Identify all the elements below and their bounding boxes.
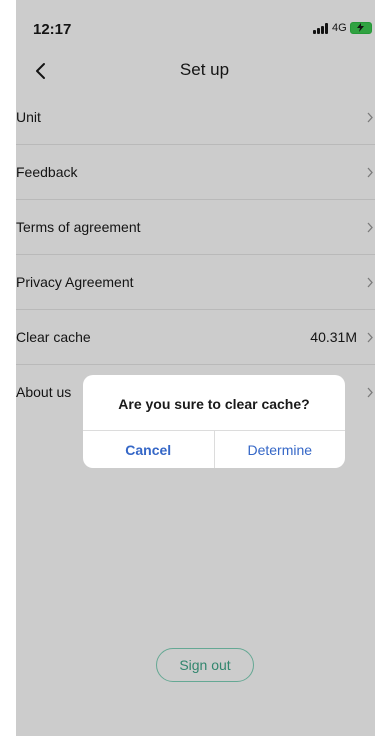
settings-screen: 12:17 4G Set up Unit Feedback Terms of a… [16, 0, 375, 736]
clear-cache-dialog: Are you sure to clear cache? Cancel Dete… [83, 375, 345, 468]
modal-overlay[interactable] [16, 0, 375, 736]
dialog-button-row: Cancel Determine [83, 430, 345, 468]
determine-button[interactable]: Determine [215, 431, 346, 468]
dialog-message: Are you sure to clear cache? [118, 396, 310, 412]
cancel-button[interactable]: Cancel [83, 431, 215, 468]
